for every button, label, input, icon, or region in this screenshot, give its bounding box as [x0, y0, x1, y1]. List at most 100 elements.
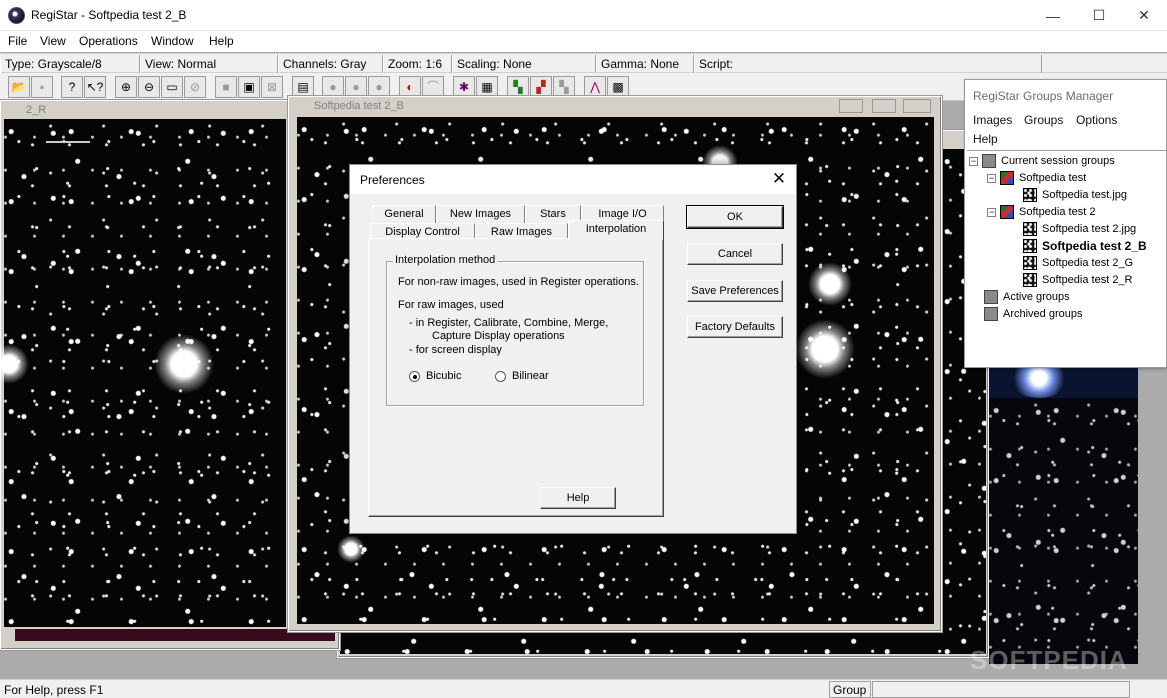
groups-menu-help[interactable]: Help	[973, 132, 998, 146]
star-image-left	[0, 119, 286, 627]
crop-icon[interactable]: ⊠	[261, 76, 283, 98]
zoom-out-icon[interactable]: ⊖	[138, 76, 160, 98]
zoom-fit-icon[interactable]: ▭	[161, 76, 183, 98]
groups-tree[interactable]: − Current session groups − Softpedia tes…	[967, 150, 1166, 367]
gamma-field: Gamma: None	[596, 55, 694, 73]
color-icon[interactable]: ▞	[530, 76, 552, 98]
maximize-button[interactable]: ☐	[1076, 0, 1122, 31]
help-button[interactable]: Help	[540, 487, 616, 509]
factory-defaults-button[interactable]: Factory Defaults	[687, 316, 783, 338]
mdi-maximize-button[interactable]	[872, 99, 896, 113]
tree-image-item[interactable]: Softpedia test.jpg	[1023, 188, 1127, 202]
save-icon[interactable]: ▪	[31, 76, 53, 98]
status-bar: For Help, press F1 Group	[0, 679, 1167, 698]
dialog-title-bar: Preferences ✕	[350, 165, 796, 194]
watermark-logo: SOFTPEDIA	[970, 645, 1128, 675]
channels-field: Channels: Gray	[278, 55, 383, 73]
tree-current-groups[interactable]: − Current session groups	[969, 154, 1115, 168]
tree-image-item[interactable]: Softpedia test 2_G	[1023, 256, 1133, 270]
menu-view[interactable]: View	[40, 34, 66, 48]
menu-window[interactable]: Window	[151, 34, 194, 48]
script-icon[interactable]: ▤	[292, 76, 314, 98]
groups-menu-groups[interactable]: Groups	[1024, 113, 1063, 127]
grid-icon[interactable]: ▦	[476, 76, 498, 98]
menu-operations[interactable]: Operations	[79, 34, 138, 48]
radio-bilinear[interactable]: Bilinear	[495, 370, 549, 382]
mdi-close-button[interactable]	[903, 99, 931, 113]
save-preferences-button[interactable]: Save Preferences	[687, 280, 783, 302]
star-image-right	[989, 358, 1138, 664]
circle-2-icon[interactable]: ●	[345, 76, 367, 98]
groups-menu-images[interactable]: Images	[973, 113, 1012, 127]
stars-icon[interactable]: ✱	[453, 76, 475, 98]
title-bar: RegiStar - Softpedia test 2_B — ☐ ✕	[0, 0, 1167, 31]
tree-active-groups[interactable]: Active groups	[984, 290, 1070, 304]
interpolation-method-group: Interpolation method For non-raw images,…	[386, 254, 644, 406]
groups-manager-window[interactable]: RegiStar Groups Manager Images Groups Op…	[964, 79, 1167, 368]
circle-1-icon[interactable]: ●	[322, 76, 344, 98]
context-help-icon[interactable]: ↖?	[84, 76, 106, 98]
ok-button[interactable]: OK	[686, 205, 784, 229]
menu-file[interactable]: File	[8, 34, 27, 48]
dialog-close-icon[interactable]: ✕	[770, 170, 788, 188]
collapse-icon[interactable]: −	[987, 173, 996, 183]
tree-group-softpedia-test-2[interactable]: − Softpedia test 2	[987, 205, 1095, 219]
gray-icon[interactable]: ▚	[553, 76, 575, 98]
close-button[interactable]: ✕	[1121, 0, 1167, 31]
description-non-raw: For non-raw images, used in Register ope…	[398, 276, 639, 288]
description-raw-ops: - in Register, Calibrate, Combine, Merge…	[409, 317, 609, 329]
description-screen: - for screen display	[409, 344, 502, 356]
description-raw: For raw images, used	[398, 299, 504, 311]
menu-help[interactable]: Help	[209, 34, 234, 48]
folder-icon	[982, 154, 996, 168]
image-icon	[1023, 222, 1037, 236]
minimize-button[interactable]: —	[1030, 0, 1076, 31]
curve-icon[interactable]: ⌒	[422, 76, 444, 98]
image-info-bar: Type: Grayscale/8 View: Normal Channels:…	[0, 53, 1167, 73]
pattern-icon[interactable]: ▩	[607, 76, 629, 98]
cancel-button[interactable]: Cancel	[687, 243, 783, 265]
description-raw-ops-2: Capture Display operations	[432, 330, 565, 342]
zoom-off-icon[interactable]: ⊘	[184, 76, 206, 98]
help-icon[interactable]: ?	[61, 76, 83, 98]
rgb-icon[interactable]: ▚	[507, 76, 529, 98]
groups-menu-options[interactable]: Options	[1076, 113, 1117, 127]
register-icon[interactable]: ◐	[399, 76, 421, 98]
app-icon	[8, 7, 25, 24]
tab-general[interactable]: General	[372, 205, 436, 223]
menu-bar: File View Operations Window Help	[0, 31, 1167, 52]
image-icon	[1023, 273, 1037, 287]
status-help-text: For Help, press F1	[4, 683, 104, 697]
group-icon	[1000, 205, 1014, 219]
circle-3-icon[interactable]: ●	[368, 76, 390, 98]
tree-archived-groups[interactable]: Archived groups	[984, 307, 1083, 321]
collapse-icon[interactable]: −	[987, 207, 996, 217]
open-icon[interactable]: 📂	[8, 76, 30, 98]
image-icon	[1023, 188, 1037, 202]
histogram-icon[interactable]: ⋀	[584, 76, 606, 98]
stop-icon[interactable]: ■	[215, 76, 237, 98]
tree-image-item[interactable]: Softpedia test 2_R	[1023, 273, 1133, 287]
script-field: Script:	[694, 55, 1042, 73]
group-icon	[1000, 171, 1014, 185]
app-window: RegiStar - Softpedia test 2_B — ☐ ✕ File…	[0, 0, 1167, 698]
dialog-title: Preferences	[360, 173, 425, 187]
tab-interpolation[interactable]: Interpolation	[568, 220, 664, 240]
collapse-icon[interactable]: −	[969, 156, 978, 166]
radio-unselected-icon	[495, 370, 506, 382]
tab-panel-interpolation: Interpolation method For non-raw images,…	[368, 238, 664, 517]
radio-bicubic[interactable]: Bicubic	[409, 370, 461, 382]
status-group: Group	[829, 681, 871, 698]
mdi-minimize-button[interactable]	[839, 99, 863, 113]
zoom-field: Zoom: 1:6	[383, 55, 452, 73]
view-field: View: Normal	[140, 55, 278, 73]
monitor-icon[interactable]: ▣	[238, 76, 260, 98]
tree-image-item-active[interactable]: Softpedia test 2_B	[1023, 239, 1147, 253]
tree-image-item[interactable]: Softpedia test 2.jpg	[1023, 222, 1136, 236]
preferences-dialog[interactable]: Preferences ✕ General New Images Stars I…	[349, 164, 797, 534]
zoom-in-icon[interactable]: ⊕	[115, 76, 137, 98]
tab-new-images[interactable]: New Images	[436, 205, 525, 223]
window-title: RegiStar - Softpedia test 2_B	[31, 8, 187, 22]
status-panel	[872, 681, 1130, 698]
tree-group-softpedia-test[interactable]: − Softpedia test	[987, 171, 1086, 185]
